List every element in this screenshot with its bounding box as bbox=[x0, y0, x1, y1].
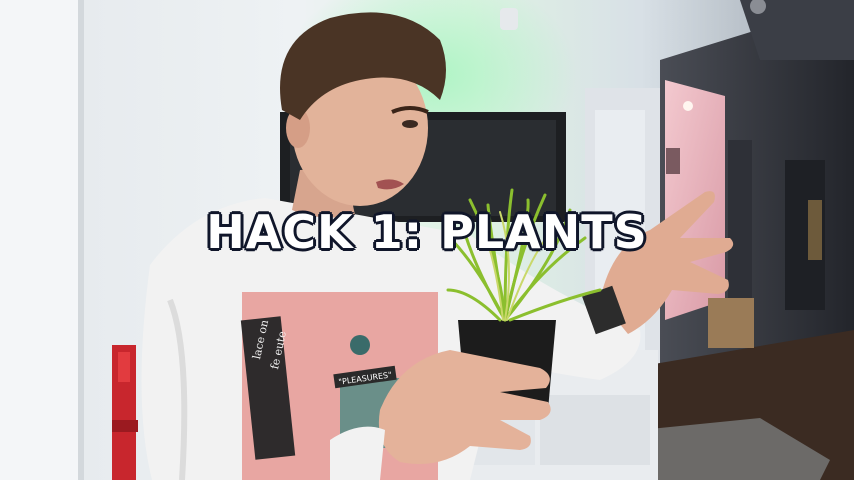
video-caption: HACK 1: PLANTS bbox=[206, 205, 648, 259]
red-ladder bbox=[112, 345, 138, 480]
smoke-detector bbox=[500, 8, 518, 30]
eye bbox=[402, 120, 418, 128]
video-frame: lace on fe eute "PLEASURES" HACK 1: PLAN… bbox=[0, 0, 854, 480]
